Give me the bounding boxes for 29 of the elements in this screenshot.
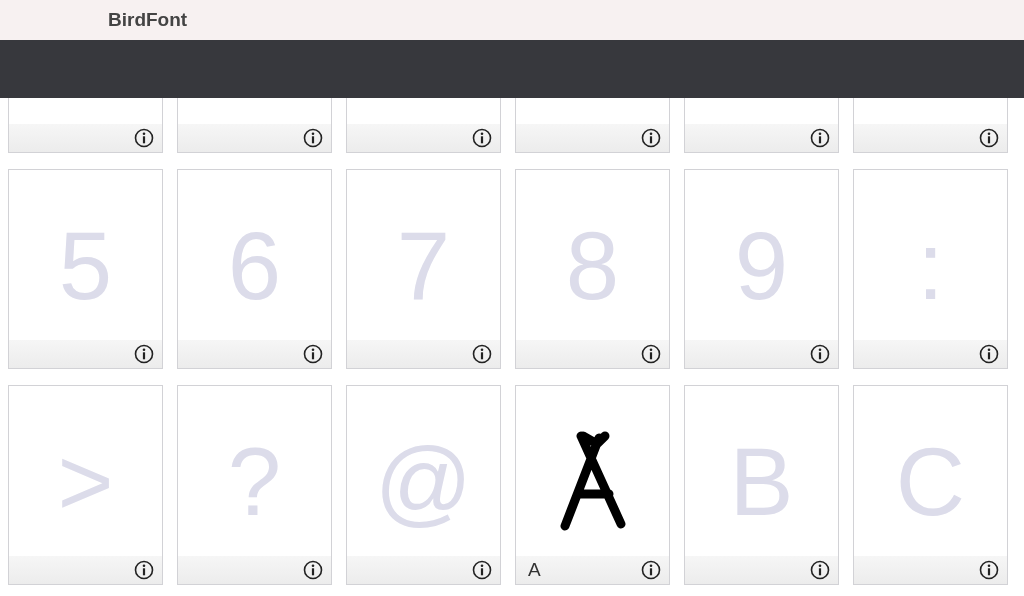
glyph-preview: @	[374, 427, 473, 530]
glyph-preview: ?	[227, 427, 282, 530]
info-icon[interactable]	[134, 128, 154, 148]
glyph-card[interactable]: @	[346, 385, 501, 585]
info-icon[interactable]	[979, 344, 999, 364]
glyph-preview: >	[57, 427, 114, 530]
info-icon[interactable]	[303, 128, 323, 148]
glyph-preview: :	[917, 211, 944, 314]
info-icon[interactable]	[134, 560, 154, 580]
info-icon[interactable]	[472, 344, 492, 364]
info-icon[interactable]	[979, 560, 999, 580]
info-icon[interactable]	[979, 128, 999, 148]
info-icon[interactable]	[303, 560, 323, 580]
info-icon[interactable]	[641, 344, 661, 364]
window-title: BirdFont	[108, 9, 188, 31]
info-icon[interactable]	[810, 560, 830, 580]
info-icon[interactable]	[134, 344, 154, 364]
info-icon[interactable]	[641, 560, 661, 580]
glyph-card[interactable]: >	[8, 385, 163, 585]
glyph-label: A	[528, 559, 541, 581]
info-icon[interactable]	[472, 560, 492, 580]
info-icon[interactable]	[303, 344, 323, 364]
glyph-card[interactable]: ?	[177, 385, 332, 585]
info-icon[interactable]	[472, 128, 492, 148]
glyph-card[interactable]: A	[515, 385, 670, 585]
info-icon[interactable]	[810, 128, 830, 148]
glyph-card[interactable]: :	[853, 169, 1008, 369]
info-icon[interactable]	[641, 128, 661, 148]
info-icon[interactable]	[810, 344, 830, 364]
